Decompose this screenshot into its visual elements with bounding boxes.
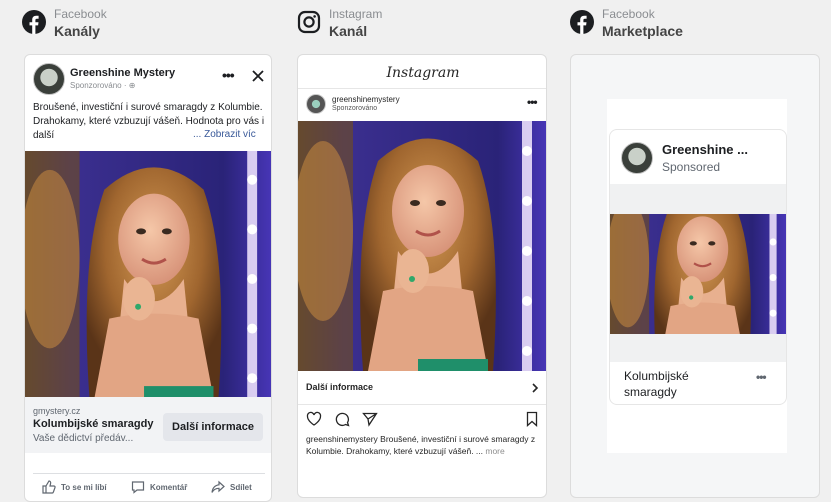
ad-image <box>25 151 271 397</box>
facebook-icon <box>570 10 594 34</box>
send-icon[interactable] <box>362 411 378 427</box>
heart-icon[interactable] <box>306 411 322 427</box>
bookmark-icon[interactable] <box>524 411 540 427</box>
column-header-ig-feed: Instagram Kanál <box>297 6 382 40</box>
learn-more-label: Další informace <box>306 382 374 392</box>
ig-feed-preview: Instagram greenshinemystery Sponzorováno… <box>297 54 547 498</box>
placement-name: Kanál <box>329 23 368 39</box>
like-label: To se mi líbí <box>61 482 107 492</box>
link-description: Vaše dědictví předáv... <box>33 433 134 444</box>
close-icon[interactable] <box>251 69 265 83</box>
comment-icon <box>131 481 145 494</box>
ad-image <box>610 214 786 334</box>
like-button[interactable]: To se mi líbí <box>42 479 107 495</box>
marketplace-ad[interactable]: Greenshine ... Sponsored Kolumbijské sma… <box>609 129 787 405</box>
instagram-icon <box>297 10 321 34</box>
share-icon <box>211 480 225 493</box>
share-button[interactable]: Sdílet <box>211 479 252 495</box>
platform-label: Instagram <box>329 7 383 21</box>
page-name[interactable]: Greenshine Mystery <box>70 67 175 79</box>
thumbs-up-icon <box>42 480 56 494</box>
marketplace-preview: Greenshine ... Sponsored Kolumbijské sma… <box>570 54 820 498</box>
learn-more-button[interactable]: Další informace <box>163 413 263 441</box>
avatar <box>306 94 326 114</box>
sponsored-label: Sponzorováno <box>332 105 378 112</box>
ad-image <box>298 121 546 371</box>
instagram-logo: Instagram <box>386 65 460 81</box>
comment-label: Komentář <box>150 482 188 492</box>
more-link[interactable]: more <box>485 446 504 456</box>
platform-label: Facebook <box>602 7 655 21</box>
divider <box>33 473 265 474</box>
marketplace-frame: Greenshine ... Sponsored Kolumbijské sma… <box>607 99 787 453</box>
chevron-right-icon <box>532 383 539 393</box>
column-header-marketplace: Facebook Marketplace <box>570 6 683 40</box>
facebook-icon <box>22 10 46 34</box>
see-more-link[interactable]: ... Zobrazit víc <box>193 129 256 140</box>
comment-button[interactable]: Komentář <box>131 479 187 495</box>
page-name: Greenshine ... <box>662 142 748 157</box>
sponsored-label: Sponsored <box>662 160 721 174</box>
globe-icon: ⊕ <box>128 81 136 90</box>
comment-icon[interactable] <box>334 411 350 427</box>
share-label: Sdílet <box>230 482 252 492</box>
link-preview[interactable]: gmystery.cz Kolumbijské smaragdy Vaše dě… <box>25 397 271 453</box>
avatar <box>621 142 653 174</box>
link-domain: gmystery.cz <box>33 406 81 416</box>
avatar <box>33 63 65 95</box>
link-title: Kolumbijské smaragdy <box>33 418 154 430</box>
placement-name: Marketplace <box>602 23 683 39</box>
placement-name: Kanály <box>54 23 100 39</box>
platform-label: Facebook <box>54 7 107 21</box>
fb-feed-preview: Greenshine Mystery Sponzorováno · ⊕ ••• … <box>24 54 272 502</box>
sponsored-label: Sponzorováno · ⊕ <box>70 81 136 90</box>
listing-title: Kolumbijské smaragdy <box>624 369 689 399</box>
username[interactable]: greenshinemystery <box>332 95 400 104</box>
more-options-icon[interactable]: ••• <box>527 95 538 109</box>
caption: greenshinemystery Broušené, investiční i… <box>306 433 546 457</box>
learn-more-bar[interactable]: Další informace <box>298 371 546 405</box>
more-options-icon[interactable]: ••• <box>756 370 767 384</box>
more-options-icon[interactable]: ••• <box>222 67 235 83</box>
caption-username: greenshinemystery <box>306 434 378 444</box>
column-header-fb-feed: Facebook Kanály <box>22 6 107 40</box>
image-area <box>610 184 786 362</box>
divider <box>298 88 546 89</box>
